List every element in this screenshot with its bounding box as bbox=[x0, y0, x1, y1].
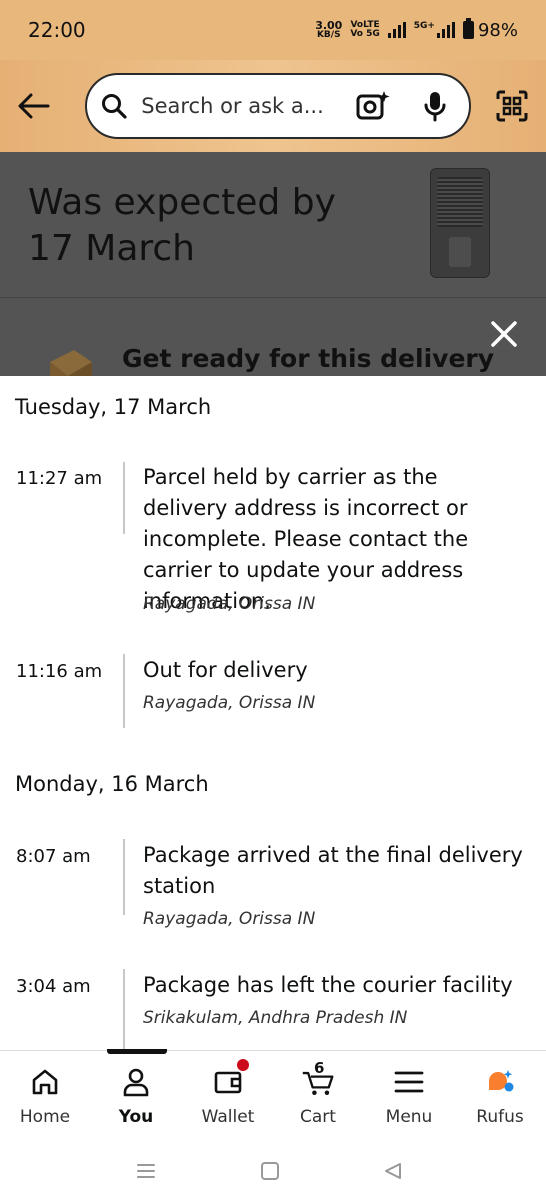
event-location: Rayagada, Orissa IN bbox=[143, 594, 316, 614]
nav-home[interactable]: Home bbox=[5, 1065, 85, 1127]
volte-tag: VoLTE Vo 5G bbox=[350, 21, 379, 39]
timeline-bar bbox=[123, 462, 125, 534]
event-location: Srikakulam, Andhra Pradesh IN bbox=[143, 1008, 408, 1028]
battery-level: 98% bbox=[477, 19, 518, 41]
wallet-icon bbox=[211, 1059, 249, 1099]
nav-label: Wallet bbox=[201, 1107, 255, 1127]
bottom-nav: Home You Wallet 6 Cart Menu Rufus bbox=[0, 1049, 546, 1142]
net-speed-unit: KB/S bbox=[316, 29, 341, 40]
day-heading: Monday, 16 March bbox=[15, 772, 209, 796]
back-button[interactable] bbox=[14, 86, 53, 126]
nav-label: You bbox=[118, 1107, 154, 1127]
recent-apps-button[interactable] bbox=[131, 1156, 161, 1186]
search-icon bbox=[102, 94, 127, 119]
timeline-bar bbox=[123, 654, 125, 728]
search-bar[interactable]: Search or ask a... bbox=[85, 73, 471, 139]
ready-banner-text: Get ready for this delivery bbox=[122, 344, 495, 373]
app-header: Search or ask a... bbox=[0, 60, 546, 152]
timeline-bar bbox=[123, 839, 125, 915]
status-time: 22:00 bbox=[28, 18, 86, 42]
home-system-button[interactable] bbox=[255, 1156, 285, 1186]
net-speed-value: 3.00 bbox=[315, 18, 343, 32]
event-location: Rayagada, Orissa IN bbox=[143, 693, 316, 713]
event-description: Package arrived at the final delivery st… bbox=[143, 843, 523, 898]
cart-count: 6 bbox=[314, 1059, 325, 1077]
camera-sparkle-icon bbox=[356, 91, 390, 120]
cart-icon: 6 bbox=[301, 1059, 335, 1099]
person-icon bbox=[119, 1065, 153, 1099]
nav-label: Home bbox=[19, 1107, 71, 1127]
camera-search-button[interactable] bbox=[353, 86, 393, 126]
event-time: 11:27 am bbox=[16, 468, 103, 489]
nav-cart[interactable]: 6 Cart bbox=[278, 1059, 358, 1127]
qr-scan-button[interactable] bbox=[493, 86, 532, 126]
5g-label: 5G+ bbox=[413, 21, 435, 31]
nav-label: Menu bbox=[385, 1107, 433, 1127]
nav-menu[interactable]: Menu bbox=[369, 1065, 449, 1127]
battery-icon bbox=[462, 18, 474, 39]
notification-dot bbox=[237, 1059, 249, 1071]
home-icon bbox=[28, 1065, 62, 1099]
event-time: 11:16 am bbox=[16, 661, 103, 682]
event-description: Package has left the courier facility bbox=[143, 973, 513, 997]
arrow-left-icon bbox=[18, 93, 50, 119]
close-icon bbox=[491, 321, 517, 347]
back-triangle-icon bbox=[385, 1163, 401, 1179]
event-description: Out for delivery bbox=[143, 658, 308, 682]
expected-delivery-heading: Was expected by 17 March bbox=[28, 180, 368, 272]
net-speed: 3.00 KB/S bbox=[315, 18, 343, 40]
expected-line-2: 17 March bbox=[28, 228, 195, 269]
search-input[interactable]: Search or ask a... bbox=[141, 94, 352, 118]
divider bbox=[0, 297, 546, 298]
back-system-button[interactable] bbox=[378, 1156, 408, 1186]
nav-you[interactable]: You bbox=[96, 1065, 176, 1127]
package-icon bbox=[40, 338, 100, 376]
microphone-icon bbox=[424, 92, 446, 122]
close-button[interactable] bbox=[484, 314, 524, 354]
system-nav-bar bbox=[0, 1142, 546, 1200]
rufus-icon bbox=[483, 1065, 517, 1099]
voice-search-button[interactable] bbox=[415, 86, 455, 126]
event-time: 8:07 am bbox=[16, 846, 91, 867]
event-location: Rayagada, Orissa IN bbox=[143, 909, 316, 929]
nav-label: Cart bbox=[300, 1107, 336, 1127]
status-indicators: 3.00 KB/S VoLTE Vo 5G 5G+ 98% bbox=[315, 18, 518, 41]
nav-rufus[interactable]: Rufus bbox=[460, 1065, 540, 1127]
nav-wallet[interactable]: Wallet bbox=[188, 1059, 268, 1127]
nav-label: Rufus bbox=[476, 1107, 524, 1127]
day-heading: Tuesday, 17 March bbox=[15, 395, 212, 419]
tracking-sheet: Tuesday, 17 March 11:27 am Parcel held b… bbox=[0, 376, 546, 1050]
event-time: 3:04 am bbox=[16, 976, 91, 997]
menu-icon bbox=[392, 1065, 426, 1099]
signal-5g-icon: 5G+ bbox=[414, 22, 455, 38]
signal-icon bbox=[387, 22, 406, 38]
qr-code-icon bbox=[496, 90, 528, 122]
vo5g-label: Vo 5G bbox=[350, 29, 380, 39]
timeline-bar bbox=[123, 969, 125, 1050]
recents-icon bbox=[137, 1164, 155, 1178]
status-bar: 22:00 3.00 KB/S VoLTE Vo 5G 5G+ 98% bbox=[0, 0, 546, 60]
home-square-icon bbox=[261, 1162, 279, 1180]
active-tab-indicator bbox=[107, 1049, 167, 1054]
battery: 98% bbox=[462, 18, 518, 41]
product-thumbnail bbox=[430, 168, 490, 278]
expected-line-1: Was expected by bbox=[28, 182, 336, 223]
